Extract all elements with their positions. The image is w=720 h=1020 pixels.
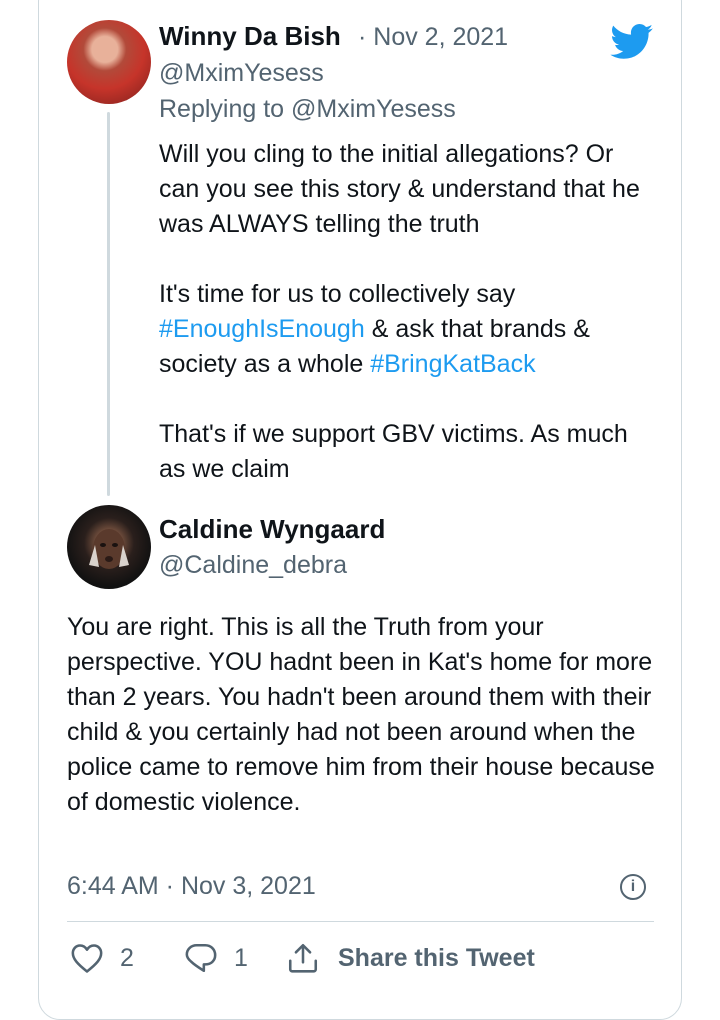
tweet-timestamp[interactable]: 6:44 AM · Nov 3, 2021 — [67, 870, 316, 902]
main-author-name[interactable]: Caldine Wyngaard — [159, 513, 385, 545]
main-handle[interactable]: @Caldine_debra — [159, 549, 347, 581]
parent-paragraph-2: It's time for us to collectively say #En… — [159, 277, 659, 382]
reply-icon — [185, 943, 217, 973]
parent-tweet-body: Will you cling to the initial allegation… — [159, 137, 659, 522]
heart-icon — [71, 944, 103, 973]
avatar-winny[interactable] — [67, 20, 151, 104]
share-button[interactable]: Share this Tweet — [286, 940, 535, 976]
avatar-caldine[interactable] — [67, 505, 151, 589]
info-icon[interactable]: i — [620, 874, 646, 900]
hashtag-bring-kat-back[interactable]: #BringKatBack — [370, 350, 535, 378]
parent-paragraph-3: That's if we support GBV victims. As muc… — [159, 420, 628, 483]
main-tweet-body: You are right. This is all the Truth fro… — [67, 613, 655, 816]
hashtag-enough-is-enough[interactable]: #EnoughIsEnough — [159, 315, 365, 343]
like-count: 2 — [120, 943, 134, 972]
parent-p2-pre: It's time for us to collectively say — [159, 280, 516, 308]
parent-author-name[interactable]: Winny Da Bish — [159, 20, 341, 52]
thread-line — [107, 112, 110, 496]
actions-divider — [67, 921, 654, 922]
share-label: Share this Tweet — [338, 943, 535, 972]
reply-count: 1 — [234, 943, 248, 972]
share-icon — [288, 943, 318, 973]
replying-to[interactable]: Replying to @MximYesess — [159, 93, 456, 125]
twitter-bird-icon[interactable] — [610, 24, 654, 60]
parent-paragraph-1: Will you cling to the initial allegation… — [159, 140, 640, 238]
parent-handle[interactable]: @MximYesess — [159, 57, 324, 89]
avatar-caldine-face — [89, 529, 129, 569]
reply-button[interactable]: 1 — [184, 940, 248, 976]
parent-date[interactable]: · Nov 2, 2021 — [358, 21, 508, 53]
like-button[interactable]: 2 — [70, 940, 134, 976]
